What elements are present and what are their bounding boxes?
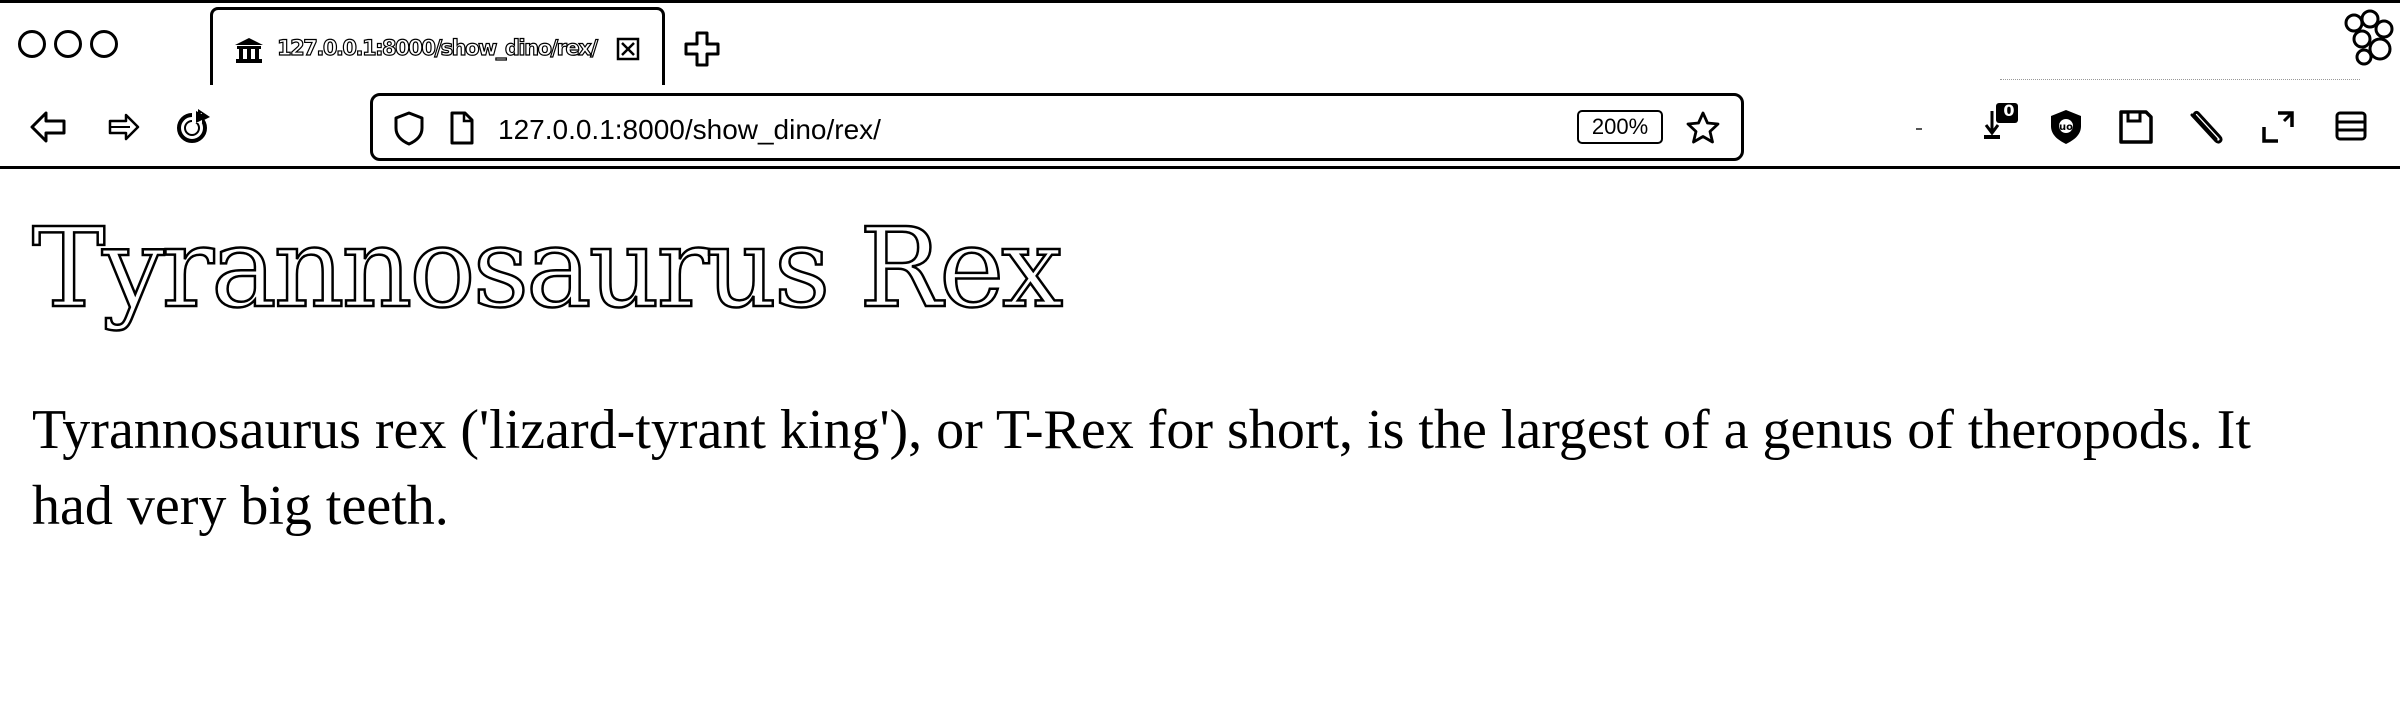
- page-icon[interactable]: [443, 110, 479, 146]
- resize-icon[interactable]: [2258, 107, 2298, 147]
- forward-arrow-icon[interactable]: [104, 107, 144, 147]
- window-zoom-button[interactable]: [90, 30, 118, 58]
- window-minimize-button[interactable]: [54, 30, 82, 58]
- shield-icon[interactable]: [391, 110, 427, 146]
- svg-text:uo: uo: [2059, 122, 2073, 133]
- tab-title: 127.0.0.1:8000/show_dino/rex/: [276, 35, 598, 60]
- hexagon-cluster-icon[interactable]: [2340, 9, 2398, 67]
- tab-strip: 127.0.0.1:8000/show_dino/rex/: [0, 0, 2400, 88]
- page-paragraph: Tyrannosaurus rex ('lizard-tyrant king')…: [32, 398, 2251, 537]
- paperclip-icon[interactable]: [2186, 107, 2226, 147]
- download-badge-count: 0: [2003, 101, 2015, 120]
- url-text[interactable]: 127.0.0.1:8000/show_dino/rex/: [498, 114, 881, 146]
- star-icon[interactable]: [1685, 110, 1721, 146]
- navigation-toolbar: 127.0.0.1:8000/show_dino/rex/ 200% 0 uo: [0, 85, 2400, 169]
- zoom-level-badge[interactable]: 200%: [1577, 110, 1663, 144]
- close-icon[interactable]: [615, 36, 641, 62]
- reload-icon[interactable]: [172, 107, 212, 147]
- page-title: Tyrannosaurus Rex: [31, 204, 1065, 332]
- plus-icon[interactable]: [682, 29, 722, 69]
- tabstrip-divider: [2000, 79, 2360, 80]
- window-controls: [18, 30, 118, 58]
- save-icon[interactable]: [2116, 107, 2156, 147]
- menu-icon[interactable]: [2332, 107, 2372, 147]
- window-close-button[interactable]: [18, 30, 46, 58]
- tab-active[interactable]: 127.0.0.1:8000/show_dino/rex/: [210, 7, 665, 85]
- museum-icon: [235, 38, 263, 63]
- shield-icon[interactable]: uo: [2046, 107, 2086, 147]
- toolbar-spacer-dot: [1916, 128, 1922, 130]
- back-arrow-icon[interactable]: [28, 107, 68, 147]
- page-content: Tyrannosaurus Rex Tyrannosaurus rex ('li…: [31, 169, 2332, 544]
- url-bar[interactable]: 127.0.0.1:8000/show_dino/rex/ 200%: [370, 93, 1744, 161]
